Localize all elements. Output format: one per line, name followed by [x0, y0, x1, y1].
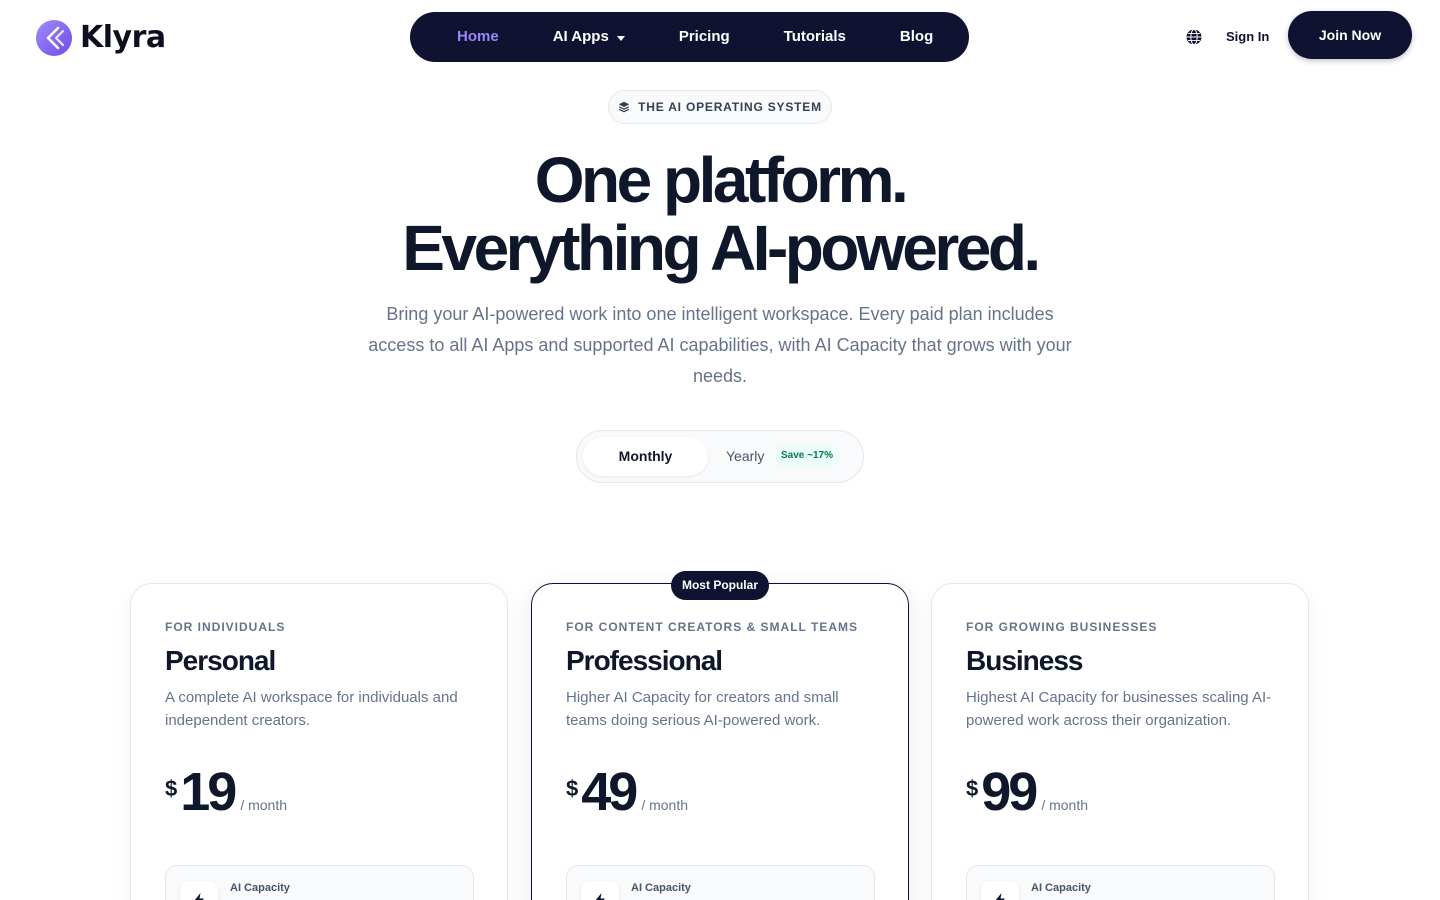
nav-item-label: Tutorials	[783, 28, 846, 45]
nav-item-label: AI Apps	[552, 28, 609, 45]
hero-title-line-1: One platform.	[534, 144, 909, 216]
nav-item-pricing[interactable]: Pricing	[679, 12, 730, 62]
chevron-down-icon	[616, 35, 625, 41]
ai-capacity-panel: AI Capacity	[966, 865, 1275, 900]
price-amount: 49	[581, 762, 638, 822]
plan-card-professional: FOR CONTENT CREATORS & SMALL TEAMS Profe…	[531, 583, 909, 900]
plan-description: Highest AI Capacity for businesses scali…	[966, 689, 1272, 729]
nav-item-home[interactable]: Home	[457, 12, 499, 62]
price-period: / month	[1041, 797, 1089, 813]
plan-card-personal: FOR INDIVIDUALS Personal A complete AI w…	[130, 583, 508, 900]
plan-price: $ 99 / month	[966, 762, 1088, 822]
nav-item-ai-apps[interactable]: AI Apps	[553, 12, 625, 62]
price-currency: $	[165, 776, 178, 801]
hero-title: One platform. Everything AI-powered.	[0, 146, 1440, 282]
billing-yearly-option[interactable]: Yearly	[726, 437, 764, 476]
capacity-icon-box	[981, 881, 1019, 900]
price-amount: 99	[981, 762, 1038, 822]
plan-description: Higher AI Capacity for creators and smal…	[566, 689, 839, 729]
capacity-label: AI Capacity	[230, 882, 290, 894]
billing-toggle: Monthly Yearly Save ~17%	[576, 430, 864, 483]
nav-item-label: Pricing	[678, 28, 730, 45]
join-now-button[interactable]: Join Now	[1288, 11, 1412, 59]
price-period: / month	[240, 797, 288, 813]
hero-title-line-2: Everything AI-powered.	[402, 212, 1041, 284]
lightning-icon	[194, 893, 204, 900]
most-popular-badge: Most Popular	[671, 571, 769, 600]
price-currency: $	[566, 776, 579, 801]
price-period: / month	[641, 797, 689, 813]
ai-capacity-panel: AI Capacity	[566, 865, 875, 900]
brand-name: Klyra	[80, 20, 166, 55]
capacity-icon-box	[180, 881, 218, 900]
plan-kicker: FOR CONTENT CREATORS & SMALL TEAMS	[566, 620, 858, 634]
plan-kicker: FOR GROWING BUSINESSES	[966, 620, 1158, 634]
price-currency: $	[966, 776, 979, 801]
plan-description: A complete AI workspace for individuals …	[165, 689, 458, 729]
hero-subtitle: Bring your AI-powered work into one inte…	[368, 304, 1072, 386]
price-amount: 19	[180, 762, 237, 822]
capacity-label: AI Capacity	[631, 882, 691, 894]
lightning-icon	[995, 893, 1005, 900]
nav-item-tutorials[interactable]: Tutorials	[784, 12, 846, 62]
main-nav: Home AI Apps Pricing Tutorials Blog	[410, 12, 969, 62]
plan-name: Business	[966, 645, 1083, 676]
plan-price: $ 49 / month	[566, 762, 688, 822]
brand-logo[interactable]: Klyra	[36, 20, 166, 56]
sign-in-link[interactable]: Sign In	[1226, 29, 1269, 45]
yearly-savings-badge: Save ~17%	[774, 445, 840, 467]
ai-capacity-panel: AI Capacity	[165, 865, 474, 900]
nav-item-label: Blog	[899, 28, 934, 45]
plan-price: $ 19 / month	[165, 762, 287, 822]
nav-item-label: Home	[457, 28, 499, 45]
hero-badge: THE AI OPERATING SYSTEM	[608, 90, 832, 124]
plan-kicker: FOR INDIVIDUALS	[165, 620, 286, 634]
hero-badge-text: THE AI OPERATING SYSTEM	[638, 100, 822, 114]
plan-name: Professional	[566, 645, 723, 676]
globe-icon[interactable]	[1185, 28, 1203, 46]
lightning-icon	[595, 893, 605, 900]
klyra-logo-icon	[36, 20, 72, 56]
nav-item-blog[interactable]: Blog	[900, 12, 933, 62]
capacity-label: AI Capacity	[1031, 882, 1091, 894]
billing-monthly-option[interactable]: Monthly	[583, 437, 708, 476]
plan-card-business: FOR GROWING BUSINESSES Business Highest …	[931, 583, 1309, 900]
layers-icon	[618, 101, 630, 113]
capacity-icon-box	[581, 881, 619, 900]
plan-name: Personal	[165, 645, 276, 676]
